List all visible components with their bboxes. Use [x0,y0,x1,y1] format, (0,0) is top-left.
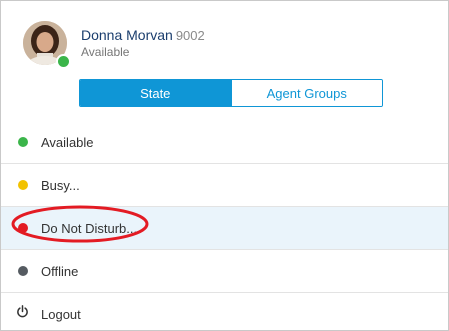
menu-item-available[interactable]: Available [1,121,448,163]
menu-item-do-not-disturb[interactable]: Do Not Disturb... [1,206,448,249]
user-header: Donna Morvan 9002 Available State Agent G… [1,1,448,119]
menu-item-offline[interactable]: Offline [1,249,448,292]
power-icon [16,305,29,323]
menu-item-label: Offline [41,263,79,279]
presence-panel: Donna Morvan 9002 Available State Agent G… [0,0,449,331]
user-name-line: Donna Morvan 9002 [81,27,205,43]
tab-bar: State Agent Groups [79,79,383,107]
menu-item-busy[interactable]: Busy... [1,163,448,206]
red-dot-icon [18,223,28,233]
menu-item-label: Do Not Disturb... [41,220,138,236]
presence-available-icon [56,54,71,69]
user-name: Donna Morvan [81,27,173,43]
user-status: Available [81,45,130,59]
menu-item-label: Available [41,134,94,150]
menu-item-label: Busy... [41,177,80,193]
tab-state[interactable]: State [80,80,231,106]
logout-label: Logout [41,306,81,322]
logout-button[interactable]: Logout [1,292,448,330]
tab-agent-groups[interactable]: Agent Groups [230,80,382,106]
yellow-dot-icon [18,180,28,190]
state-menu: Available Busy... Do Not Disturb... Offl… [1,121,448,330]
green-dot-icon [18,137,28,147]
gray-dot-icon [18,266,28,276]
user-extension: 9002 [175,28,205,43]
